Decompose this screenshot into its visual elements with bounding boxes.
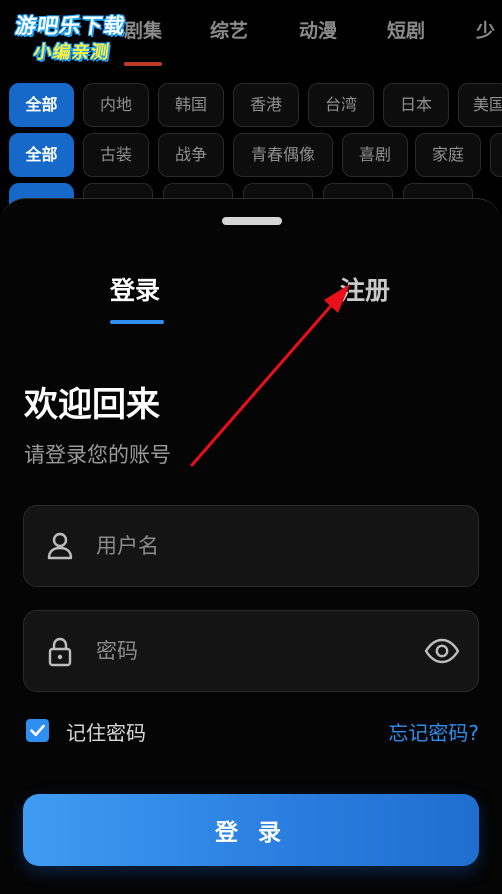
tab-kids[interactable]: 少 — [476, 16, 495, 46]
username-input[interactable] — [96, 506, 416, 585]
filter-chip[interactable]: 日本 — [383, 83, 449, 127]
login-button[interactable]: 登 录 — [23, 794, 479, 866]
filter-chip[interactable]: 美国 — [458, 83, 502, 127]
genre-filter-row: 全部 古装 战争 青春偶像 喜剧 家庭 犯 — [0, 133, 502, 177]
password-field[interactable] — [23, 610, 479, 692]
username-field[interactable] — [23, 505, 479, 587]
lock-icon — [48, 637, 72, 667]
sheet-drag-handle[interactable] — [222, 217, 282, 225]
tab-short-drama[interactable]: 短剧 — [387, 16, 425, 46]
filter-chip[interactable]: 香港 — [233, 83, 299, 127]
tab-variety[interactable]: 综艺 — [210, 16, 248, 46]
tab-login[interactable]: 登录 — [110, 273, 160, 309]
filter-chip[interactable]: 内地 — [83, 83, 149, 127]
filter-chip[interactable]: 台湾 — [308, 83, 374, 127]
forgot-password-link[interactable]: 忘记密码? — [388, 717, 479, 746]
filter-chip[interactable]: 家庭 — [415, 133, 481, 177]
login-tab-indicator — [110, 320, 164, 324]
remember-label: 记住密码 — [66, 721, 146, 745]
welcome-subtitle: 请登录您的账号 — [24, 443, 171, 467]
filter-chip[interactable]: 犯 — [490, 133, 502, 177]
tab-register[interactable]: 注册 — [340, 273, 390, 309]
filter-chip-all[interactable]: 全部 — [9, 83, 74, 127]
watermark-logo: 游吧乐下载 小编亲测 — [4, 8, 154, 64]
remember-checkbox[interactable] — [26, 719, 49, 742]
eye-icon[interactable] — [424, 635, 460, 667]
tab-anime[interactable]: 动漫 — [299, 16, 337, 46]
filter-chip[interactable]: 青春偶像 — [233, 133, 333, 177]
watermark-line1: 游吧乐下载 — [13, 14, 128, 38]
login-sheet: 登录 注册 欢迎回来 请登录您的账号 用户名 记住密码 忘记密码? 登 录 — [0, 198, 502, 894]
check-icon — [30, 724, 45, 737]
filter-chip[interactable]: 喜剧 — [342, 133, 408, 177]
user-icon — [47, 532, 73, 560]
filter-chip-all[interactable]: 全部 — [9, 133, 74, 177]
filter-chip[interactable]: 战争 — [158, 133, 224, 177]
filter-chip[interactable]: 古装 — [83, 133, 149, 177]
welcome-title: 欢迎回来 — [24, 385, 160, 425]
watermark-line2: 小编亲测 — [32, 42, 112, 63]
region-filter-row: 全部 内地 韩国 香港 台湾 日本 美国 — [0, 83, 502, 127]
password-input[interactable] — [96, 611, 416, 690]
page: 剧集 综艺 动漫 短剧 少 游吧乐下载 小编亲测 全部 内地 韩国 香港 台湾 … — [0, 0, 502, 894]
filter-chip[interactable]: 韩国 — [158, 83, 224, 127]
